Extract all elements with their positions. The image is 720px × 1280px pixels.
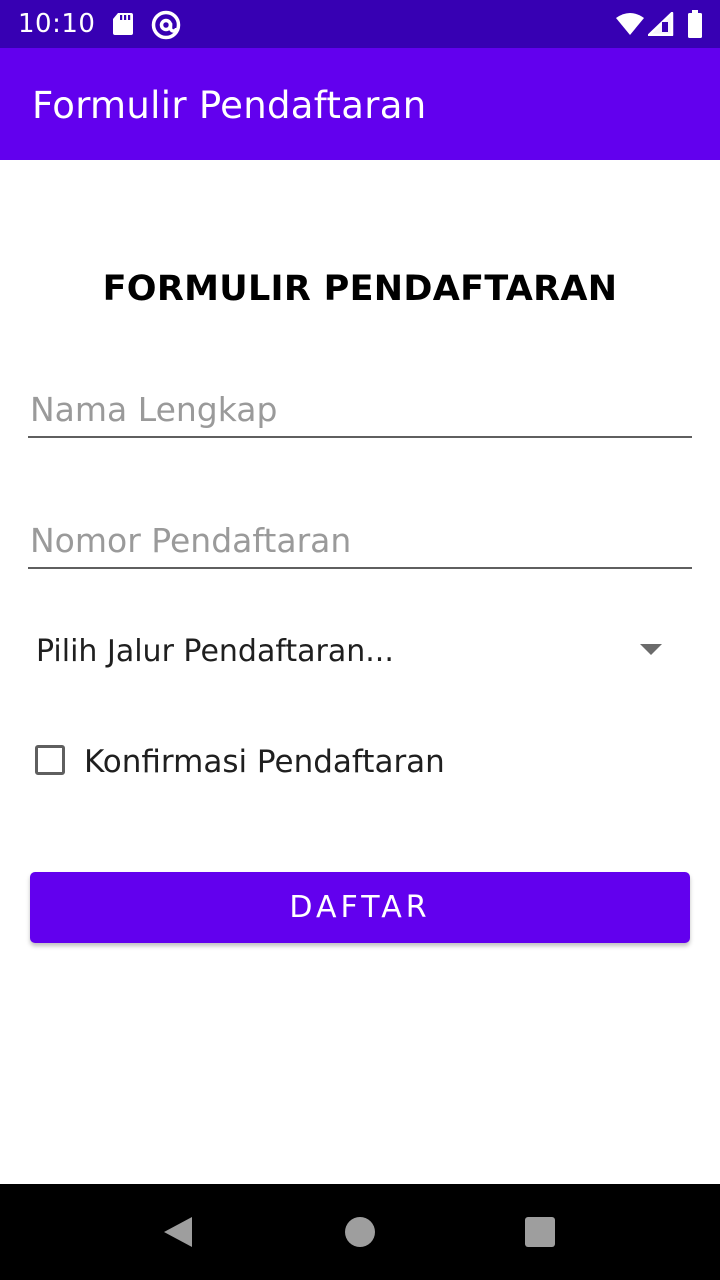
cell-signal-icon xyxy=(647,11,674,40)
at-sign-icon xyxy=(151,10,181,44)
sd-card-icon xyxy=(112,12,134,40)
app-bar: Formulir Pendaftaran xyxy=(0,48,720,160)
recents-icon[interactable] xyxy=(525,1217,555,1247)
status-time: 10:10 xyxy=(18,9,96,39)
full-name-input[interactable] xyxy=(28,382,692,438)
confirm-registration-row[interactable]: Konfirmasi Pendaftaran xyxy=(28,736,528,792)
home-icon[interactable] xyxy=(345,1217,375,1247)
registration-track-dropdown[interactable]: Pilih Jalur Pendaftaran... xyxy=(28,620,692,684)
form-heading: FORMULIR PENDAFTARAN xyxy=(102,269,618,309)
dropdown-arrow-icon xyxy=(640,644,662,655)
dropdown-selected-value: Pilih Jalur Pendaftaran... xyxy=(36,634,394,669)
registration-number-input[interactable] xyxy=(28,513,692,569)
back-icon[interactable] xyxy=(164,1217,192,1247)
wifi-icon xyxy=(615,12,645,40)
confirm-registration-checkbox[interactable] xyxy=(35,745,65,775)
status-bar: 10:10 xyxy=(0,0,720,48)
navigation-bar xyxy=(0,1184,720,1280)
checkbox-label: Konfirmasi Pendaftaran xyxy=(84,744,445,780)
register-button[interactable]: DAFTAR xyxy=(30,872,690,943)
battery-icon xyxy=(687,10,703,42)
app-bar-title: Formulir Pendaftaran xyxy=(32,84,427,127)
